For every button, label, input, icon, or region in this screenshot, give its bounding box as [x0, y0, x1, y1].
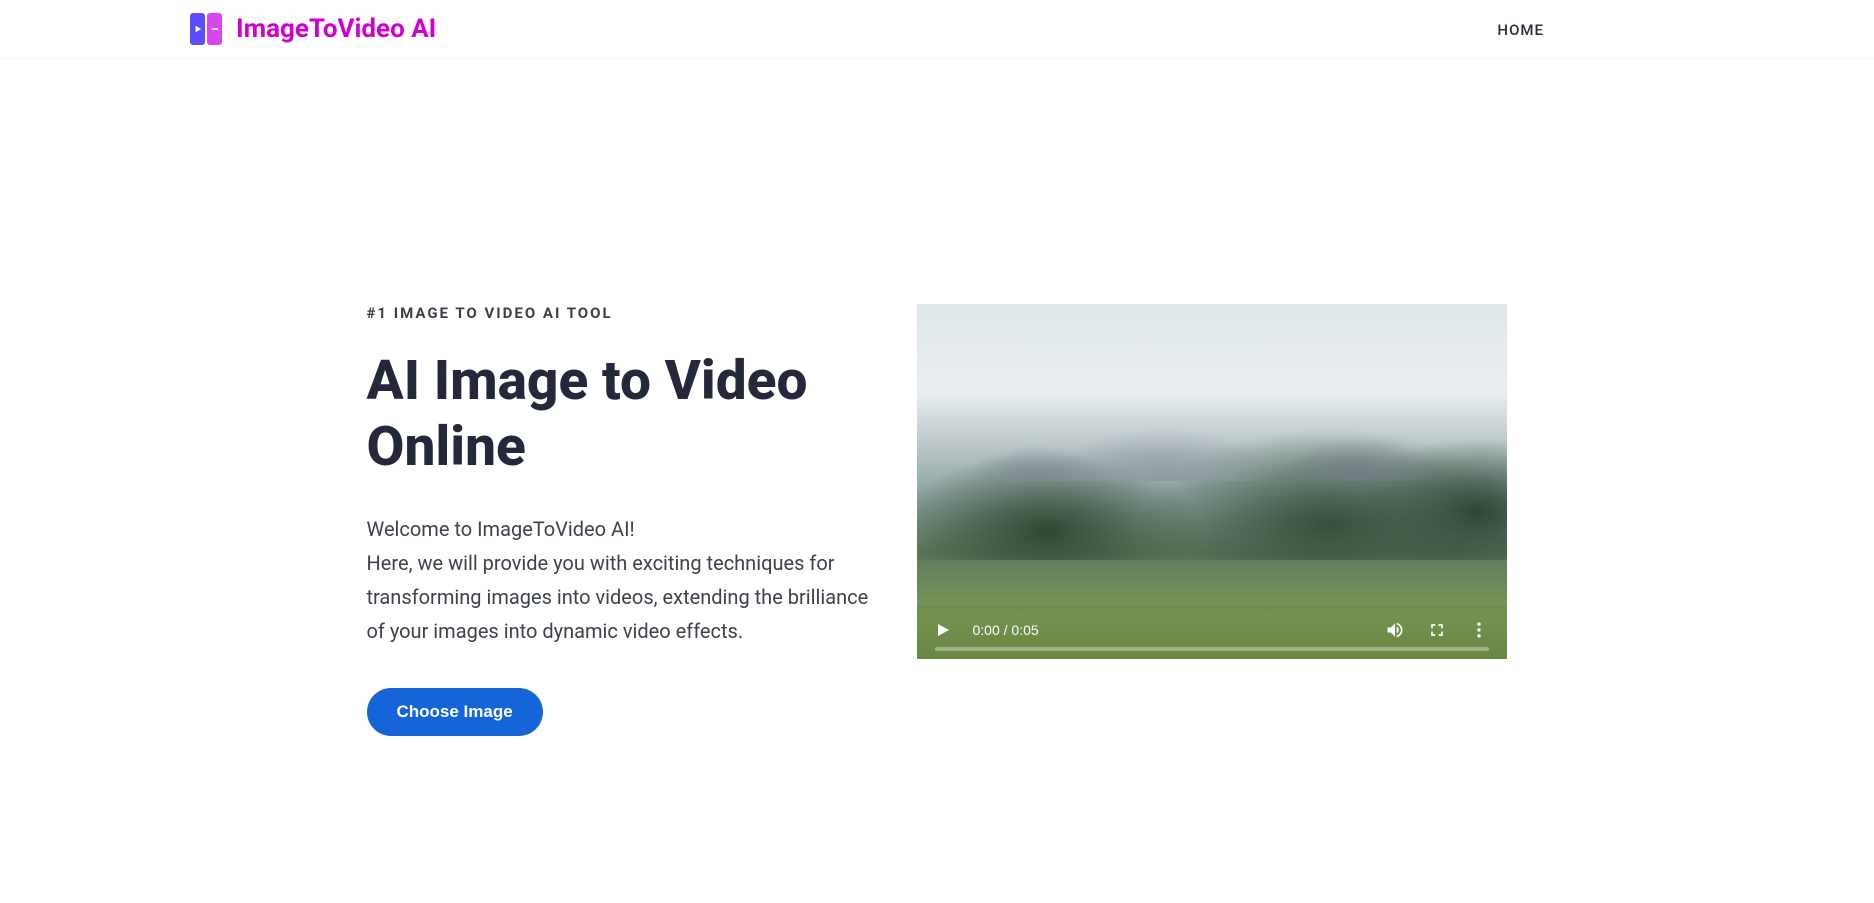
hero-copy: #1 IMAGE TO VIDEO AI TOOL AI Image to Vi…	[367, 244, 877, 736]
video-progress-bar[interactable]	[935, 647, 1489, 651]
video-controls: 0:00 / 0:05	[917, 605, 1507, 659]
volume-icon[interactable]	[1385, 620, 1405, 640]
hero-subcopy-line1: Welcome to ImageToVideo AI!	[367, 517, 635, 541]
hero-media: 0:00 / 0:05	[917, 244, 1507, 659]
brand-logo-icon	[190, 13, 222, 45]
choose-image-button[interactable]: Choose Image	[367, 688, 543, 736]
brand-name: ImageToVideo AI	[236, 14, 436, 44]
hero-section: #1 IMAGE TO VIDEO AI TOOL AI Image to Vi…	[143, 59, 1732, 736]
hero-subcopy: Welcome to ImageToVideo AI! Here, we wil…	[367, 512, 877, 648]
fullscreen-icon[interactable]	[1427, 620, 1447, 640]
play-icon[interactable]	[935, 622, 951, 638]
main-nav: HOME	[1497, 20, 1544, 39]
brand[interactable]: ImageToVideo AI	[190, 13, 436, 45]
site-header: ImageToVideo AI HOME	[0, 0, 1874, 59]
video-time: 0:00 / 0:05	[973, 622, 1039, 638]
video-player[interactable]: 0:00 / 0:05	[917, 304, 1507, 659]
hero-eyebrow: #1 IMAGE TO VIDEO AI TOOL	[367, 304, 877, 322]
hero-subcopy-line2: Here, we will provide you with exciting …	[367, 551, 869, 643]
more-options-icon[interactable]	[1469, 620, 1489, 640]
nav-home[interactable]: HOME	[1497, 21, 1544, 39]
hero-headline: AI Image to Video Online	[367, 348, 877, 480]
